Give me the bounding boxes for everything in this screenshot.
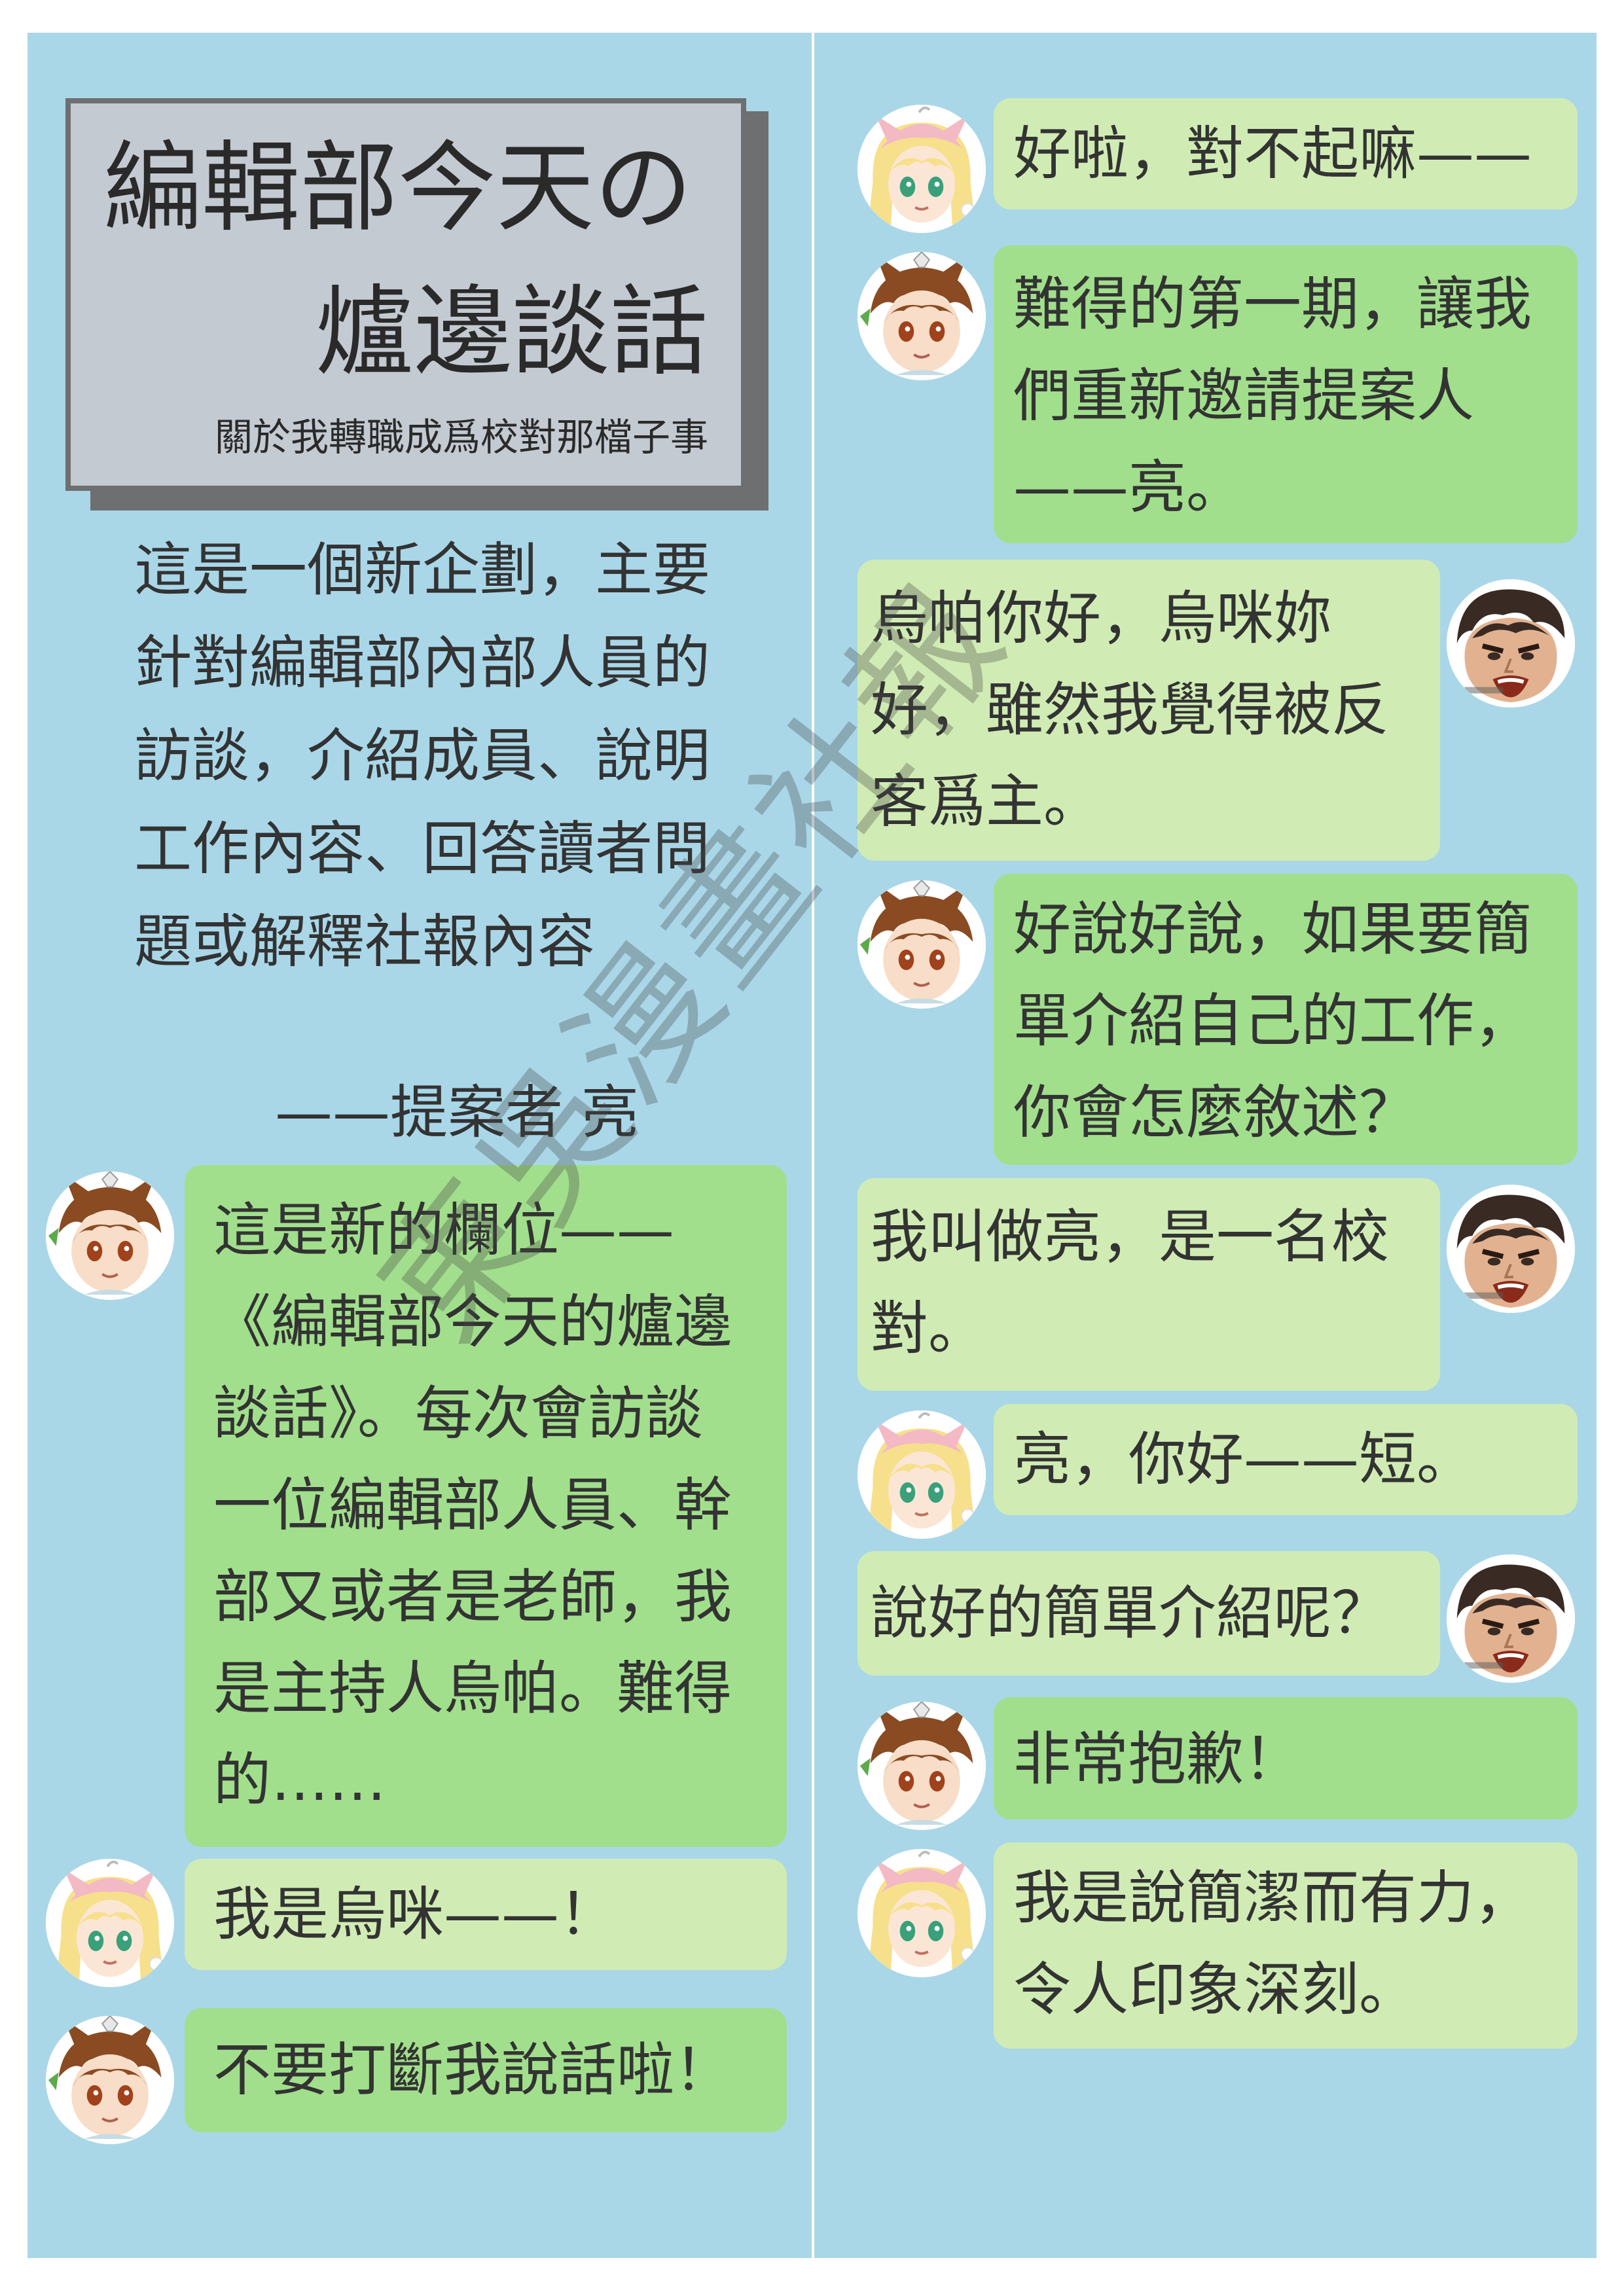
message-text: 我是說簡潔而有力，令人印象深刻。 (1013, 1864, 1532, 2023)
wupa-avatar-icon (857, 252, 986, 380)
page-title-line-1: 編輯部今天の (103, 132, 693, 245)
wupa-avatar-icon (857, 880, 986, 1009)
message-bubble-liang: 說好的簡單介紹呢？ (857, 1551, 1440, 1676)
liang-avatar-icon (1447, 579, 1575, 708)
wupa-avatar-icon (46, 2016, 174, 2144)
wumi-avatar-icon (857, 1410, 986, 1539)
page-title-line-2: 爐邊談話 (315, 276, 708, 389)
message-text: 非常抱歉！ (1013, 1725, 1302, 1793)
message-bubble-wumi: 好啦，對不起嘛—— (994, 98, 1578, 209)
message-bubble-wupa: 好說好說，如果要簡單介紹自己的工作，你會怎麼敘述？ (994, 874, 1578, 1165)
liang-avatar-icon (1447, 1554, 1575, 1683)
wupa-avatar-icon (46, 1172, 174, 1300)
message-text: 好啦，對不起嘛—— (1013, 120, 1532, 187)
message-text: 說好的簡單介紹呢？ (871, 1579, 1390, 1647)
message-bubble-wupa: 非常抱歉！ (994, 1697, 1578, 1820)
message-bubble-wumi: 我是說簡潔而有力，令人印象深刻。 (994, 1842, 1578, 2049)
message-text: 亮，你好——短。 (1013, 1426, 1475, 1493)
wumi-avatar-icon (857, 105, 986, 233)
liang-avatar-icon (1447, 1185, 1575, 1313)
message-bubble-wupa: 不要打斷我說話啦！ (185, 2008, 787, 2132)
message-text: 好說好說，如果要簡單介紹自己的工作，你會怎麼敘述？ (1013, 895, 1532, 1146)
page-subtitle: 關於我轉職成爲校對那檔子事 (214, 415, 708, 459)
message-bubble-wumi: 亮，你好——短。 (994, 1404, 1578, 1515)
message-text: 我叫做亮，是一名校對。 (871, 1203, 1390, 1362)
wumi-avatar-icon (46, 1859, 174, 1987)
message-bubble-wupa: 難得的第一期，讓我們重新邀請提案人——亮。 (994, 245, 1578, 543)
message-bubble-liang: 我叫做亮，是一名校對。 (857, 1178, 1440, 1391)
message-text: 不要打斷我說話啦！ (213, 2036, 732, 2104)
column-divider (812, 33, 814, 2258)
message-text: 我是烏咪——！ (213, 1880, 617, 1948)
wupa-avatar-icon (857, 1702, 986, 1830)
message-text: 難得的第一期，讓我們重新邀請提案人——亮。 (1013, 270, 1532, 521)
message-bubble-wumi: 我是烏咪——！ (185, 1859, 787, 1970)
title-box: 編輯部今天の 爐邊談話 關於我轉職成爲校對那檔子事 (65, 98, 746, 491)
wumi-avatar-icon (857, 1849, 986, 1977)
